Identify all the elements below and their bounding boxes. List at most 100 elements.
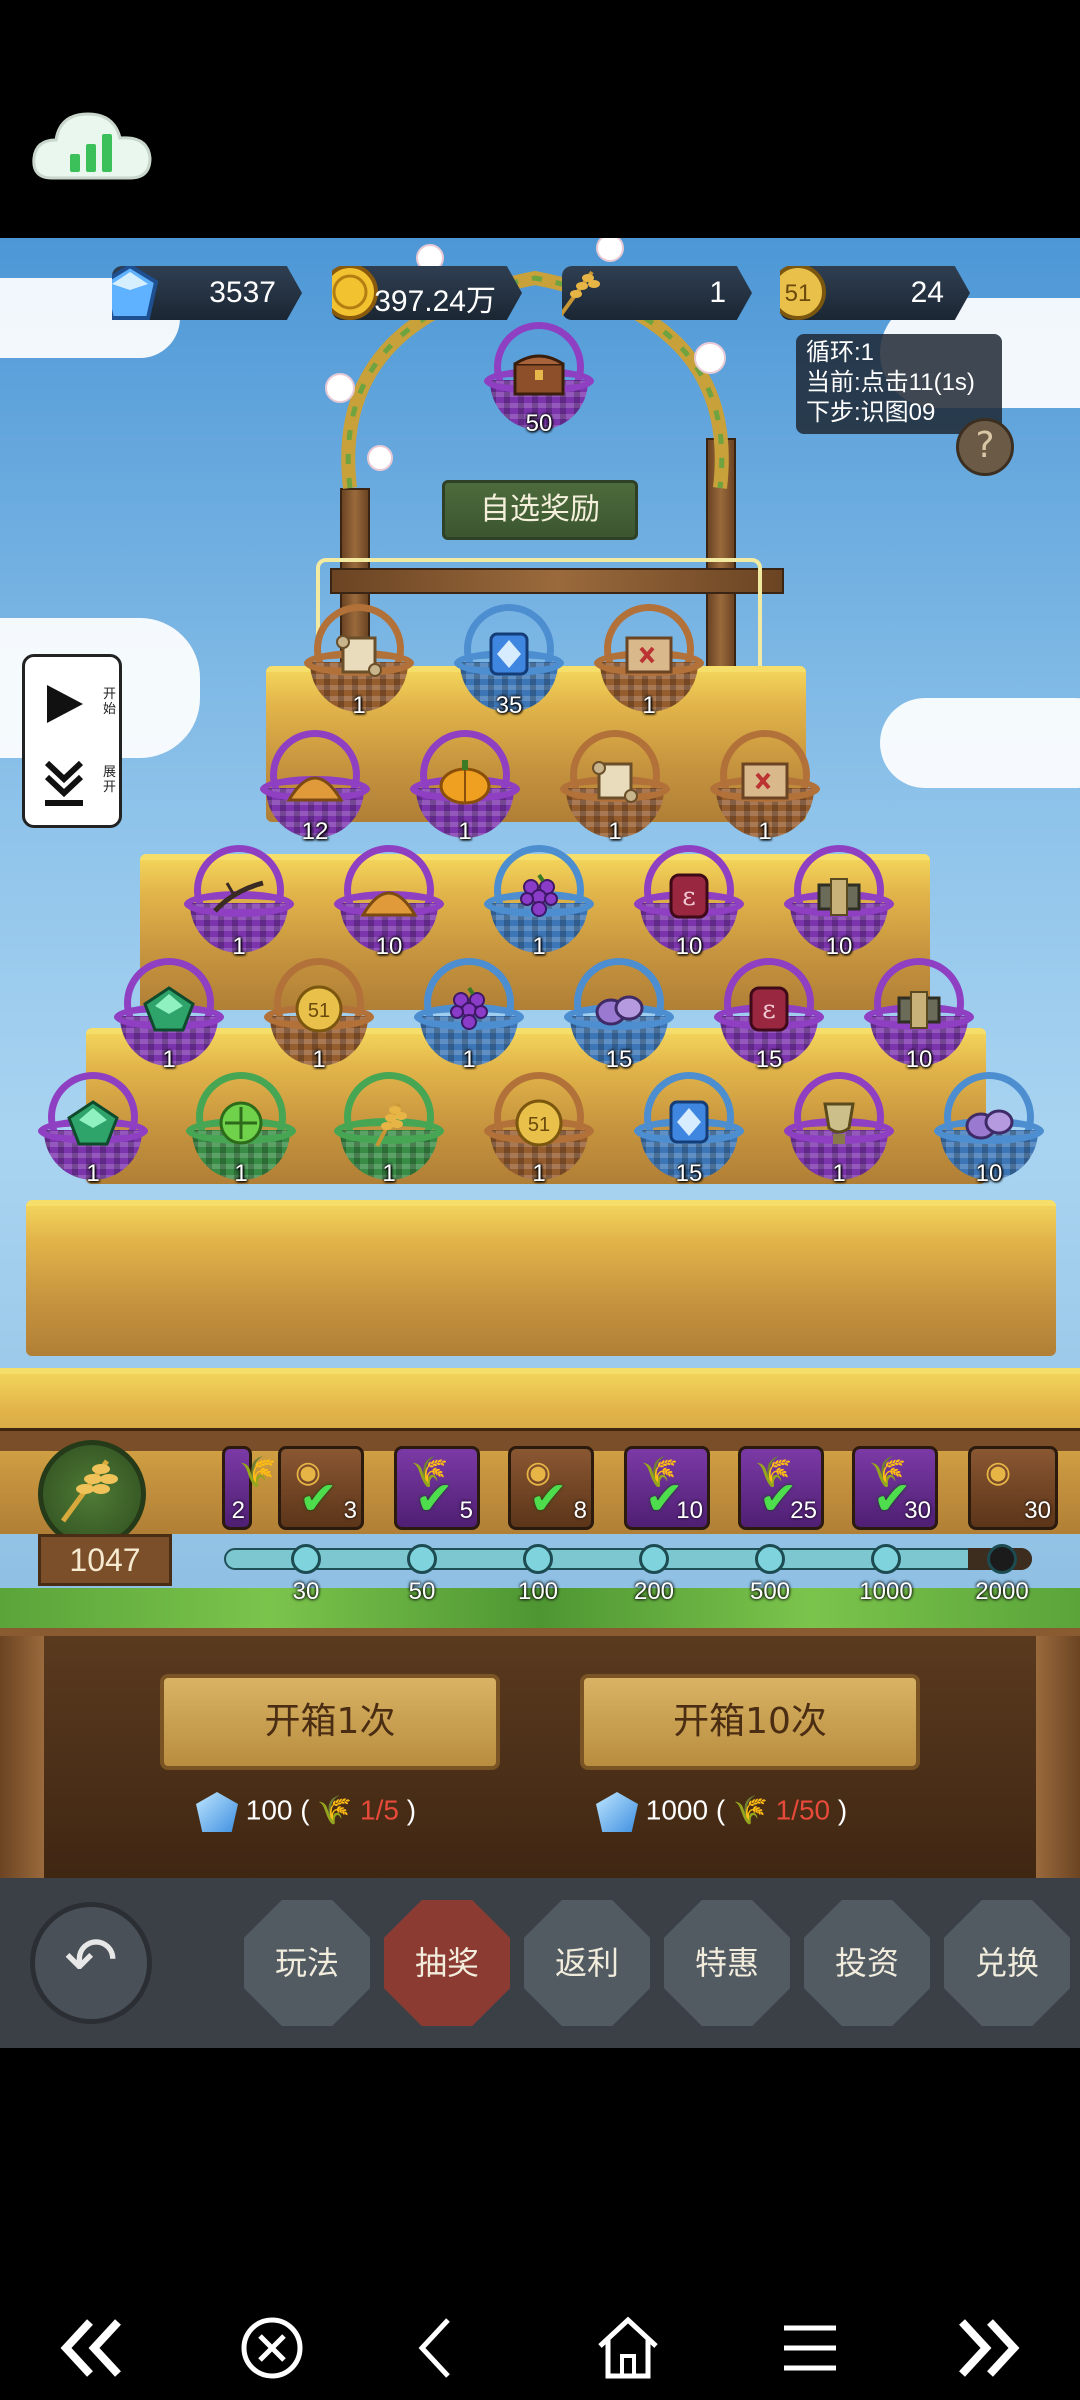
gold-value: 397.24万 <box>374 285 496 318</box>
reward-basket[interactable]: 10 <box>860 954 978 1073</box>
reward-basket[interactable]: 1 <box>780 1068 898 1187</box>
tab-investment[interactable]: 投资 <box>804 1900 930 2026</box>
milestone-reward-card[interactable]: 🌾 ✔ 25 <box>738 1446 824 1530</box>
reward-basket[interactable]: 1 <box>180 841 298 960</box>
milestone-marker <box>523 1544 553 1574</box>
reward-pyramid: 1 35 1 12 1 1 1 1 10 1 ε 10 10 1 51 1 1 15 ε 15 10 1 1 1 51 1 15 1 1… <box>0 476 1080 1576</box>
home-icon[interactable] <box>592 2312 664 2384</box>
milestone-label: 30 <box>292 1578 320 1605</box>
grapes-icon <box>439 984 499 1034</box>
purple-ore-icon <box>589 984 649 1034</box>
reward-basket[interactable]: ε 10 <box>630 841 748 960</box>
open-once-button[interactable]: 开箱1次 <box>160 1674 500 1770</box>
gem-value: 3537 <box>209 276 276 309</box>
milestone-label: 2000 <box>975 1578 1029 1605</box>
gold-counter: 397.24万 <box>332 266 522 320</box>
milestone-reward-card[interactable]: 🌾✔2 <box>222 1446 276 1530</box>
blue-tile-icon <box>659 1098 719 1148</box>
wheat-icon <box>60 1459 118 1523</box>
milestone-progress-track <box>224 1548 1032 1570</box>
system-nav-bar <box>0 2048 1080 2400</box>
banner-icon <box>889 984 949 1034</box>
reward-basket[interactable]: 1 <box>34 1068 152 1187</box>
milestone-reward-card[interactable]: 🌾 ✔ 5 <box>394 1446 480 1530</box>
close-circle-icon[interactable] <box>236 2312 308 2384</box>
wheat-icon: 🌾 <box>317 1794 353 1826</box>
reward-count: 1 <box>382 1160 396 1187</box>
gem-icon <box>196 1792 238 1832</box>
open-ten-button[interactable]: 开箱10次 <box>580 1674 920 1770</box>
milestone-reward-card[interactable]: 🌾 ✔ 10 <box>624 1446 710 1530</box>
reward-basket[interactable]: 1 <box>406 726 524 845</box>
reward-count: 10 <box>975 1160 1003 1187</box>
tab-special-offer[interactable]: 特惠 <box>664 1900 790 2026</box>
tab-gameplay[interactable]: 玩法 <box>244 1900 370 2026</box>
reward-basket[interactable]: 10 <box>930 1068 1048 1187</box>
cost-close-paren: ) <box>837 1794 848 1826</box>
coin-51-value: 24 <box>910 276 944 309</box>
green-orb-icon <box>211 1098 271 1148</box>
double-right-icon[interactable] <box>952 2312 1024 2384</box>
question-icon: ? <box>975 425 995 466</box>
reward-basket[interactable]: 51 1 <box>480 1068 598 1187</box>
tab-exchange[interactable]: 兑换 <box>944 1900 1070 2026</box>
map-icon <box>619 630 679 680</box>
reward-count: 2 <box>231 1497 245 1524</box>
milestone-reward-card[interactable]: ◉ ✔ 3 <box>278 1446 364 1530</box>
reward-count: 35 <box>495 692 523 719</box>
reward-basket[interactable]: 1 <box>556 726 674 845</box>
milestone-reward-card[interactable]: ◉ 30 <box>968 1446 1058 1530</box>
reward-basket[interactable]: 1 <box>410 954 528 1073</box>
reward-basket[interactable]: 35 <box>450 600 568 719</box>
reward-basket[interactable]: 1 <box>110 954 228 1073</box>
reward-basket[interactable]: 10 <box>780 841 898 960</box>
grand-reward-basket[interactable]: 50 <box>480 318 598 437</box>
reward-basket[interactable]: 10 <box>330 841 448 960</box>
milestone-reward-card[interactable]: 🌾 ✔ 30 <box>852 1446 938 1530</box>
reward-basket[interactable]: 1 <box>480 841 598 960</box>
svg-text:51: 51 <box>528 1114 550 1136</box>
reward-basket[interactable]: 12 <box>256 726 374 845</box>
back-arrow-icon: ↶ <box>64 1924 118 1998</box>
reward-basket[interactable]: 1 <box>182 1068 300 1187</box>
tab-lottery[interactable]: 抽奖 <box>384 1900 510 2026</box>
banner-icon <box>809 871 869 921</box>
svg-text:51: 51 <box>785 280 812 307</box>
svg-text:ε: ε <box>682 882 695 912</box>
reward-basket[interactable]: ε 15 <box>710 954 828 1073</box>
reward-basket[interactable]: 15 <box>630 1068 748 1187</box>
milestone-marker <box>407 1544 437 1574</box>
gem-cost: 1000 <box>645 1794 709 1826</box>
claimed-check-icon: ✔ <box>415 1471 454 1525</box>
double-left-icon[interactable] <box>56 2312 128 2384</box>
milestone-label: 1000 <box>859 1578 913 1605</box>
reward-basket[interactable]: 1 <box>300 600 418 719</box>
gem-icon <box>596 1792 638 1832</box>
reward-basket[interactable]: 15 <box>560 954 678 1073</box>
reward-count: 15 <box>675 1160 703 1187</box>
back-nav-icon[interactable] <box>400 2312 472 2384</box>
reward-basket[interactable]: 51 1 <box>260 954 378 1073</box>
reward-basket[interactable]: 1 <box>706 726 824 845</box>
milestone-reward-card[interactable]: ◉ ✔ 8 <box>508 1446 594 1530</box>
milestone-label: 100 <box>517 1578 559 1605</box>
back-button[interactable]: ↶ <box>30 1902 152 2024</box>
rune-stone-icon: ε <box>739 984 799 1034</box>
treasure-chest-icon <box>509 348 569 398</box>
coin-51-counter: 51 24 <box>780 266 970 320</box>
reward-basket[interactable]: 1 <box>330 1068 448 1187</box>
menu-icon[interactable] <box>774 2312 846 2384</box>
milestone-label: 500 <box>749 1578 791 1605</box>
milestone-marker <box>291 1544 321 1574</box>
reward-count: 25 <box>790 1497 817 1524</box>
cost-open-paren: ( <box>292 1794 310 1826</box>
tab-rebate[interactable]: 返利 <box>524 1900 650 2026</box>
open-box-panel: 开箱1次 100 ( 🌾 1/5 ) 开箱10次 1000 ( 🌾 1/50 ) <box>0 1628 1080 1886</box>
reward-basket[interactable]: 1 <box>590 600 708 719</box>
help-button[interactable]: ? <box>956 418 1014 476</box>
cloud-chart-icon[interactable] <box>30 100 154 190</box>
wheat-counter: 1 <box>562 266 752 320</box>
wheat-progress: 1/5 <box>360 1794 399 1826</box>
milestone-label: 200 <box>633 1578 675 1605</box>
wheat-value: 1 <box>709 276 726 309</box>
